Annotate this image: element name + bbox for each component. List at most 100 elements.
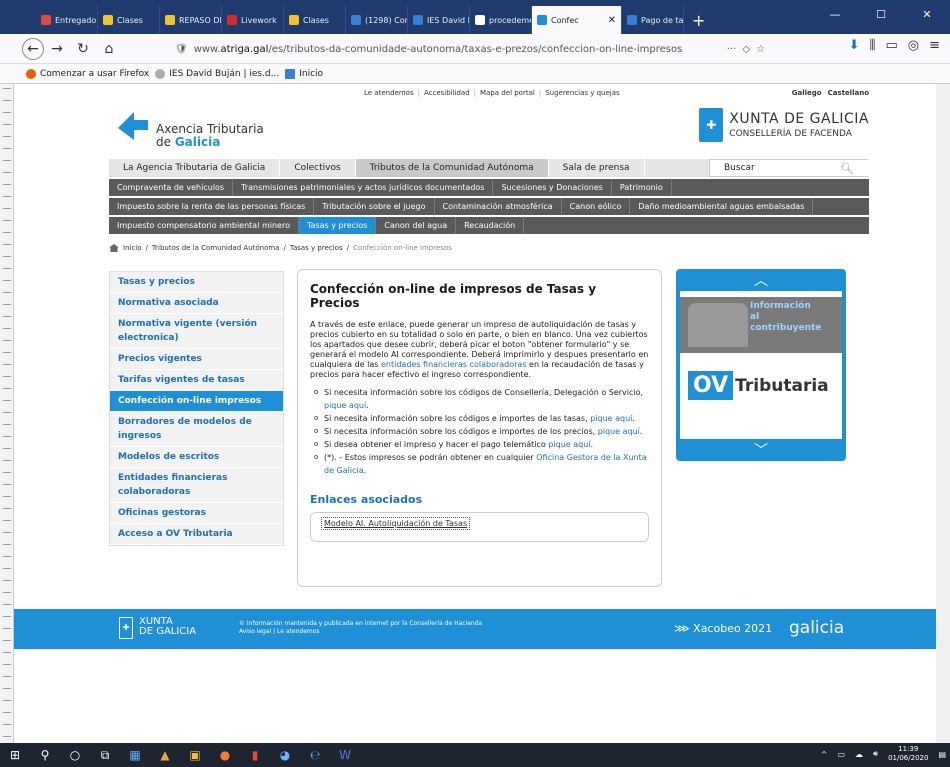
sidebar-icon[interactable]: ▭	[885, 38, 897, 53]
modelo-ai-link[interactable]: Modelo AI. Autoliquidación de Tasas	[321, 517, 471, 530]
browser-tab[interactable]: Entregado	[36, 6, 98, 34]
top-link[interactable]: Accesibilidad	[424, 89, 470, 97]
atriga-logo[interactable]: Axencia Tributaria de Galicia	[114, 108, 264, 149]
submenu-item[interactable]: Canon del agua	[376, 217, 457, 234]
pique-aqui-link[interactable]: pique aquí	[598, 427, 640, 436]
sidebar-item[interactable]: Confección on-line impresos	[110, 391, 283, 412]
edge-icon[interactable]: ℮	[300, 743, 330, 767]
browser-tab[interactable]: Clases	[98, 6, 160, 34]
pique-aqui-link[interactable]: pique aquí	[548, 440, 590, 449]
submenu-item[interactable]: Recaudación	[456, 217, 525, 234]
browser-tab[interactable]: Livework	[222, 6, 284, 34]
minimize-icon[interactable]: —	[812, 0, 858, 28]
crumb-tributos[interactable]: Tributos de la Comunidad Autónoma	[152, 244, 280, 252]
submenu-item[interactable]: Contaminación atmosférica	[435, 198, 562, 215]
app-icon[interactable]: ▦	[120, 743, 150, 767]
xacobeo-logo[interactable]: ⋙ Xacobeo 2021	[674, 622, 772, 635]
menu-tributos[interactable]: Tributos de la Comunidad Autónoma	[355, 159, 549, 177]
submenu-item[interactable]: Transmisiones patrimoniales y actos jurí…	[233, 179, 494, 196]
menu-icon[interactable]: ≡	[929, 38, 940, 53]
browser-tab[interactable]: procedemento	[470, 6, 532, 34]
back-button[interactable]: ←	[22, 37, 44, 60]
home-icon[interactable]	[109, 244, 119, 252]
lang-castellano[interactable]: Castellano	[828, 89, 869, 97]
bookmark-item[interactable]: IES David Buján | ies.d...	[155, 68, 279, 79]
lang-gallego[interactable]: Gallego	[792, 89, 822, 97]
browser-tab[interactable]: Clases	[284, 6, 346, 34]
submenu-item[interactable]: Tributación sobre el juego	[314, 198, 435, 215]
sidebar-item[interactable]: Normativa vigente (versión electronica)	[110, 314, 283, 349]
firefox-icon[interactable]: ●	[210, 743, 240, 767]
submenu-item[interactable]: Tasas y precios	[298, 217, 377, 234]
notifications-icon[interactable]: ▤	[938, 750, 946, 759]
app-icon[interactable]: ▮	[240, 743, 270, 767]
maximize-icon[interactable]: ☐	[858, 0, 904, 28]
url-bar[interactable]: 🛡 www.atriga.gal/es/tributos-da-comunida…	[175, 38, 765, 60]
submenu-item[interactable]: Daño medioambiental aguas embalsadas	[630, 198, 814, 215]
submenu-item[interactable]: Compraventa de vehículos	[109, 179, 234, 196]
sidebar-item[interactable]: Entidades financieras colaboradoras	[110, 468, 283, 503]
windows-start-icon[interactable]: ⊞	[0, 743, 30, 767]
crumb-inicio[interactable]: Inicio	[123, 244, 142, 252]
account-icon[interactable]: ◎	[908, 38, 919, 53]
search-input[interactable]: Buscar 🔍︎	[709, 159, 869, 177]
search-icon[interactable]: 🔍︎	[840, 162, 854, 175]
bookmark-item[interactable]: Comenzar a usar Firefox	[26, 68, 149, 79]
submenu-item[interactable]: Patrimonio	[612, 179, 672, 196]
sidebar-item[interactable]: Modelos de escritos	[110, 447, 283, 468]
forward-button[interactable]: →	[44, 36, 70, 62]
volume-icon[interactable]: 🔊︎	[873, 749, 878, 759]
sidebar-item[interactable]: Borradores de modelos de ingresos	[110, 412, 283, 447]
submenu-item[interactable]: Sucesiones y Donaciones	[493, 179, 612, 196]
app-icon[interactable]: ▲	[150, 743, 180, 767]
galicia-logo[interactable]: galicia	[789, 618, 844, 638]
page-actions-icon[interactable]: ···	[727, 44, 737, 55]
cortana-icon[interactable]: ○	[60, 743, 90, 767]
downloads-icon[interactable]: ⬇	[849, 38, 860, 53]
library-icon[interactable]: ⫼	[869, 38, 875, 53]
top-link[interactable]: Le atendemos	[364, 89, 414, 97]
ov-tributaria-banner[interactable]: OV Tributaria	[688, 371, 829, 400]
menu-colectivos[interactable]: Colectivos	[280, 159, 356, 177]
page-scrollbar[interactable]	[936, 84, 950, 743]
tray-chevron-icon[interactable]: ^	[821, 750, 828, 759]
cloud-icon[interactable]: ☁	[855, 750, 863, 759]
pocket-icon[interactable]: ◇	[742, 44, 750, 55]
home-button[interactable]: ⌂	[96, 36, 122, 62]
clock[interactable]: 11:39 01/06/2020	[888, 745, 928, 763]
close-tab-icon[interactable]: ✕	[608, 15, 616, 26]
sidebar-item[interactable]: Acceso a OV Tributaria	[110, 524, 283, 545]
browser-tab[interactable]: Confec ✕	[532, 6, 622, 34]
sidebar-item[interactable]: Tarifas vigentes de tasas	[110, 370, 283, 391]
bookmark-star-icon[interactable]: ☆	[756, 44, 765, 55]
search-icon[interactable]: ⚲	[30, 743, 60, 767]
browser-tab[interactable]: IES David B	[408, 6, 470, 34]
top-link[interactable]: Sugerencias y quejas	[545, 89, 620, 97]
chevron-up-icon[interactable]: ︿	[676, 269, 846, 291]
footer-links[interactable]: Aviso legal | Le atendemos	[239, 628, 482, 636]
xunta-logo[interactable]: ✚ XUNTA DE GALICIA CONSELLERÍA DE FACEND…	[699, 108, 869, 142]
submenu-item[interactable]: Impuesto compensatorio ambiental minero	[109, 217, 299, 234]
store-icon[interactable]: ▣	[180, 743, 210, 767]
sidebar-item[interactable]: Oficinas gestoras	[110, 503, 283, 524]
menu-sala-prensa[interactable]: Sala de prensa	[549, 159, 645, 177]
browser-tab[interactable]: REPASO DE	[160, 6, 222, 34]
network-icon[interactable]: ▭	[837, 750, 845, 759]
chevron-down-icon[interactable]: ﹀	[676, 439, 846, 461]
word-icon[interactable]: W	[330, 743, 360, 767]
pique-aqui-link[interactable]: pique aquí	[324, 401, 366, 410]
crumb-tasas[interactable]: Tasas y precios	[290, 244, 343, 252]
new-tab-icon[interactable]: +	[684, 6, 713, 34]
footer-xunta-logo[interactable]: ✚ XUNTA DE GALICIA	[119, 617, 196, 639]
task-view-icon[interactable]: ⧉	[90, 743, 120, 767]
menu-agencia[interactable]: La Agencia Tributaria de Galicia	[109, 159, 281, 177]
entidades-link[interactable]: entidades financieras colaboradoras	[381, 360, 526, 369]
sidebar-item[interactable]: Tasas y precios	[110, 272, 283, 293]
info-contribuyente-banner[interactable]: Información al contribuyente	[680, 297, 842, 353]
reload-button[interactable]: ↻	[70, 36, 96, 62]
submenu-item[interactable]: Canon eólico	[562, 198, 631, 215]
browser-tab[interactable]: (1298) Con	[346, 6, 408, 34]
pique-aqui-link[interactable]: pique aquí	[590, 414, 632, 423]
close-window-icon[interactable]: ✕	[904, 0, 950, 28]
submenu-item[interactable]: Impuesto sobre la renta de las personas …	[109, 198, 315, 215]
